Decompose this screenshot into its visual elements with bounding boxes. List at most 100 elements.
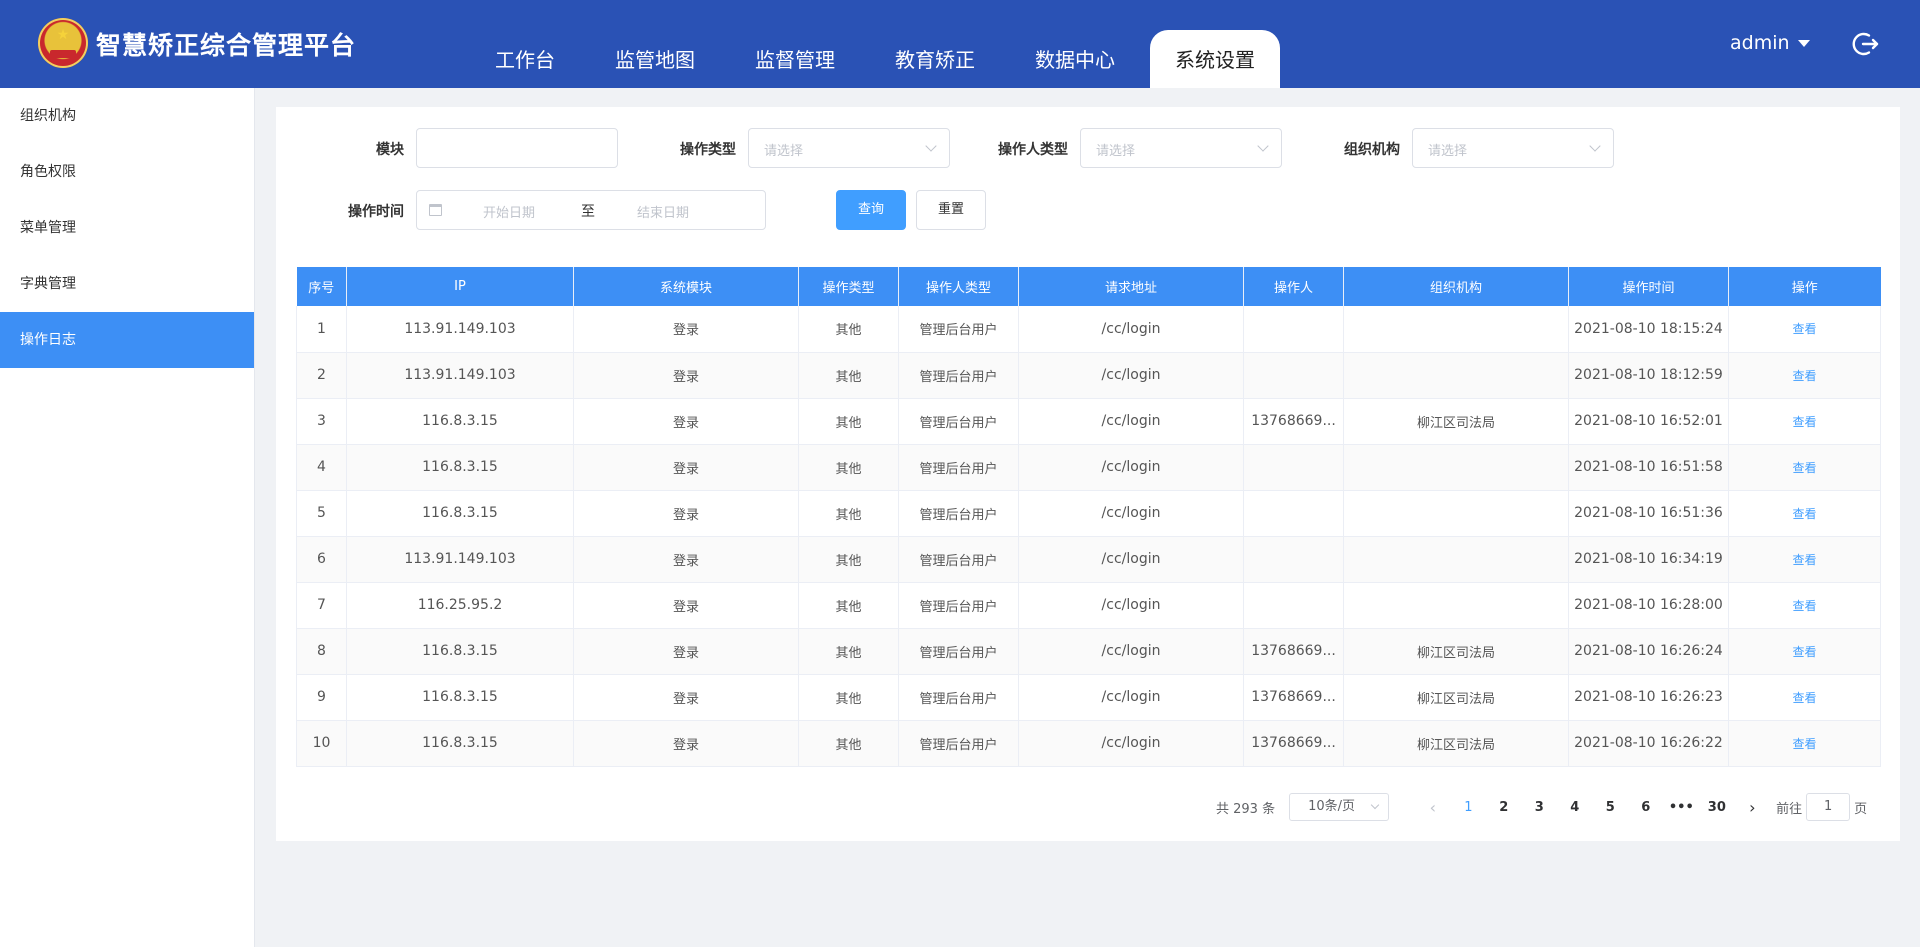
prev-page-button[interactable]: ‹ xyxy=(1415,798,1451,817)
view-link[interactable]: 查看 xyxy=(1792,645,1816,659)
column-header: 系统模块 xyxy=(573,267,799,306)
request-url-cell: /cc/login xyxy=(1018,674,1244,721)
action-cell: 查看 xyxy=(1728,674,1881,721)
user-menu[interactable]: admin xyxy=(1730,32,1810,54)
module-cell: 登录 xyxy=(573,536,799,583)
chevron-down-icon xyxy=(1589,140,1601,152)
reset-button[interactable]: 重置 xyxy=(916,190,986,230)
op-type-placeholder: 请选择 xyxy=(764,144,804,159)
operator-cell: 13768669... xyxy=(1243,628,1344,675)
org-cell xyxy=(1343,490,1569,537)
goto-label: 前往 xyxy=(1776,801,1803,817)
sidebar-item-dictionary[interactable]: 字典管理 xyxy=(0,256,254,312)
module-input[interactable] xyxy=(416,128,618,168)
column-header: 操作 xyxy=(1728,267,1881,306)
page-button[interactable]: 1 xyxy=(1451,800,1487,815)
page-button[interactable]: 3 xyxy=(1522,800,1558,815)
operator-type-placeholder: 请选择 xyxy=(1096,144,1136,159)
operator-type-cell: 管理后台用户 xyxy=(898,398,1019,445)
op-type-cell: 其他 xyxy=(798,490,899,537)
next-page-button[interactable]: › xyxy=(1735,798,1771,817)
view-link[interactable]: 查看 xyxy=(1792,322,1816,336)
org-cell: 柳江区司法局 xyxy=(1343,398,1569,445)
operator-type-cell: 管理后台用户 xyxy=(898,720,1019,767)
module-cell: 登录 xyxy=(573,628,799,675)
request-url-cell: /cc/login xyxy=(1018,490,1244,537)
view-link[interactable]: 查看 xyxy=(1792,691,1816,705)
chevron-down-icon xyxy=(1370,800,1380,810)
pagination: 共 293 条 10条/页 ‹ 1 2 3 4 5 6 ••• 30 › 前往 … xyxy=(1216,792,1867,822)
view-link[interactable]: 查看 xyxy=(1792,461,1816,475)
op-type-select[interactable]: 请选择 xyxy=(748,128,950,168)
view-link[interactable]: 查看 xyxy=(1792,415,1816,429)
column-header: IP xyxy=(346,267,574,306)
nav-tab-system-settings[interactable]: 系统设置 xyxy=(1150,30,1280,88)
view-link[interactable]: 查看 xyxy=(1792,599,1816,613)
operator-type-cell: 管理后台用户 xyxy=(898,628,1019,675)
page-button[interactable]: 6 xyxy=(1628,800,1664,815)
op-time-cell: 2021-08-10 16:34:19 xyxy=(1568,536,1729,583)
operator-cell xyxy=(1243,536,1344,583)
ip-cell: 113.91.149.103 xyxy=(346,306,574,353)
nav-tab-supervision-management[interactable]: 监督管理 xyxy=(730,30,860,88)
nav-tab-workbench[interactable]: 工作台 xyxy=(470,30,580,88)
page-button[interactable]: 2 xyxy=(1486,800,1522,815)
table-row: 6 113.91.149.103 登录 其他 管理后台用户/cc/login 2021-0… xyxy=(296,536,1881,583)
main-nav: 工作台 监管地图 监督管理 教育矫正 数据中心 系统设置 xyxy=(470,30,1290,88)
op-type-cell: 其他 xyxy=(798,628,899,675)
ip-cell: 116.8.3.15 xyxy=(346,674,574,721)
nav-tab-supervision-map[interactable]: 监管地图 xyxy=(590,30,720,88)
operator-type-cell: 管理后台用户 xyxy=(898,352,1019,399)
operator-type-cell: 管理后台用户 xyxy=(898,490,1019,537)
page-button[interactable]: 30 xyxy=(1699,800,1735,815)
view-link[interactable]: 查看 xyxy=(1792,369,1816,383)
table-row: 10 116.8.3.15 登录 其他 管理后台用户/cc/login 13768669.… xyxy=(296,720,1881,767)
op-time-cell: 2021-08-10 16:52:01 xyxy=(1568,398,1729,445)
column-header: 操作人类型 xyxy=(898,267,1019,306)
operator-type-select[interactable]: 请选择 xyxy=(1080,128,1282,168)
view-link[interactable]: 查看 xyxy=(1792,737,1816,751)
row-index: 7 xyxy=(296,582,347,629)
op-time-cell: 2021-08-10 18:12:59 xyxy=(1568,352,1729,399)
goto-page-input[interactable]: 1 xyxy=(1806,793,1851,821)
page-button[interactable]: 5 xyxy=(1593,800,1629,815)
action-cell: 查看 xyxy=(1728,628,1881,675)
nav-tab-data-center[interactable]: 数据中心 xyxy=(1010,30,1140,88)
view-link[interactable]: 查看 xyxy=(1792,507,1816,521)
caret-down-icon xyxy=(1797,39,1810,47)
logout-icon[interactable] xyxy=(1852,30,1880,58)
search-button[interactable]: 查询 xyxy=(836,190,906,230)
org-cell xyxy=(1343,536,1569,583)
op-time-cell: 2021-08-10 16:51:36 xyxy=(1568,490,1729,537)
sidebar-item-menus[interactable]: 菜单管理 xyxy=(0,200,254,256)
sidebar-item-roles[interactable]: 角色权限 xyxy=(0,144,254,200)
end-date-input[interactable]: 结束日期 xyxy=(637,202,689,221)
row-index: 10 xyxy=(296,720,347,767)
app-title: 智慧矫正综合管理平台 xyxy=(96,31,357,60)
op-time-label: 操作时间 xyxy=(348,204,404,220)
sidebar-item-organization[interactable]: 组织机构 xyxy=(0,88,254,144)
operator-cell: 13768669... xyxy=(1243,720,1344,767)
org-select[interactable]: 请选择 xyxy=(1412,128,1614,168)
row-index: 9 xyxy=(296,674,347,721)
operator-type-cell: 管理后台用户 xyxy=(898,536,1019,583)
ip-cell: 113.91.149.103 xyxy=(346,536,574,583)
op-type-cell: 其他 xyxy=(798,582,899,629)
date-range-picker[interactable]: 开始日期 至 结束日期 xyxy=(416,190,766,230)
org-cell xyxy=(1343,352,1569,399)
sidebar-item-operation-log[interactable]: 操作日志 xyxy=(0,312,254,368)
ip-cell: 116.8.3.15 xyxy=(346,628,574,675)
view-link[interactable]: 查看 xyxy=(1792,553,1816,567)
op-type-cell: 其他 xyxy=(798,674,899,721)
nav-tab-education[interactable]: 教育矫正 xyxy=(870,30,1000,88)
module-cell: 登录 xyxy=(573,720,799,767)
start-date-input[interactable]: 开始日期 xyxy=(483,202,535,221)
page-button[interactable]: 4 xyxy=(1557,800,1593,815)
table-body: 1 113.91.149.103 登录 其他 管理后台用户/cc/login 2021-0… xyxy=(296,306,1881,767)
row-index: 2 xyxy=(296,352,347,399)
table-row: 3 116.8.3.15 登录 其他 管理后台用户/cc/login 13768669..… xyxy=(296,398,1881,445)
ip-cell: 113.91.149.103 xyxy=(346,352,574,399)
table-row: 5 116.8.3.15 登录 其他 管理后台用户/cc/login 2021-08-10… xyxy=(296,490,1881,537)
page-size-select[interactable]: 10条/页 xyxy=(1289,793,1390,821)
more-pages-ellipsis[interactable]: ••• xyxy=(1664,800,1700,815)
